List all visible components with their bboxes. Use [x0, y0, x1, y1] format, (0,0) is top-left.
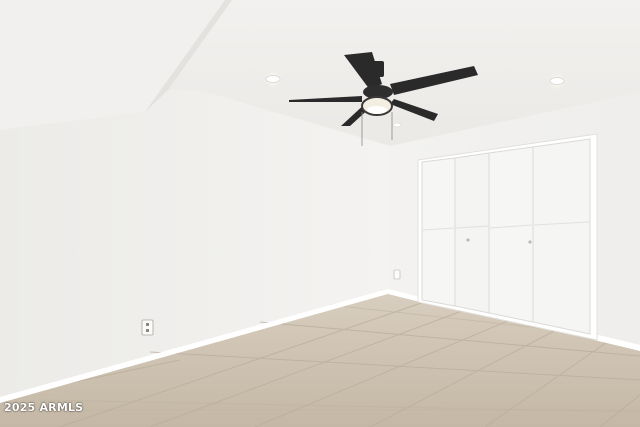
- recessed-light-icon: [392, 122, 402, 128]
- empty-bedroom-scene: [0, 0, 640, 427]
- closet-door-left-bifold[interactable]: [421, 152, 490, 314]
- watermark-text: 2025 ARMLS: [4, 401, 84, 414]
- wall-outlet-icon: [141, 319, 154, 336]
- closet-door-right-bifold[interactable]: [488, 138, 591, 335]
- wall-outlet-icon: [393, 269, 401, 280]
- recessed-light-icon: [264, 70, 282, 88]
- recessed-light-icon: [548, 72, 566, 90]
